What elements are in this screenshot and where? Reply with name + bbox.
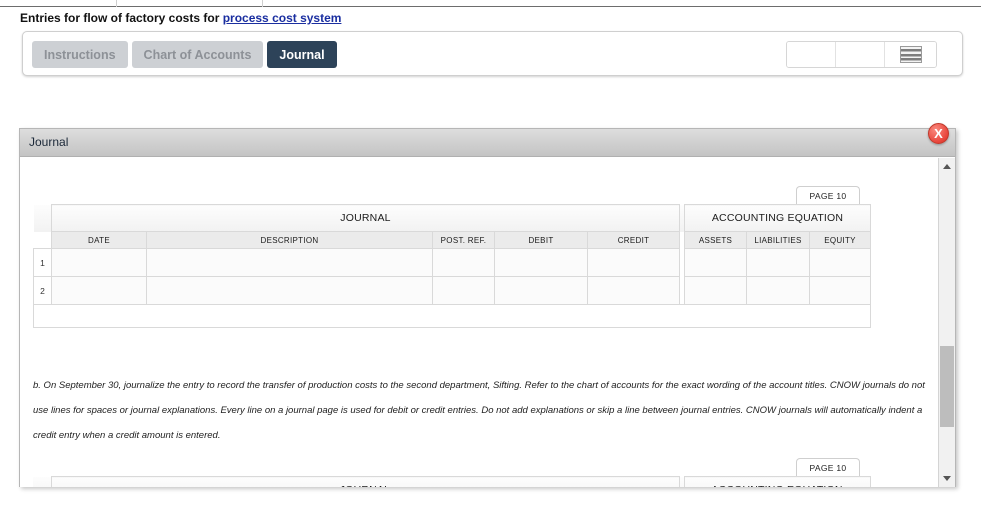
group-header-accounting-equation-2: ACCOUNTING EQUATION	[683, 476, 871, 487]
journal-table-footer-row-1	[32, 304, 872, 328]
cell-liabilities[interactable]	[746, 276, 811, 305]
process-cost-system-link[interactable]: process cost system	[223, 11, 342, 25]
journal-window-titlebar: Journal X	[20, 123, 955, 157]
scroll-down-arrow-icon[interactable]	[939, 470, 955, 487]
cell-equity[interactable]	[809, 248, 872, 277]
cell-credit[interactable]	[586, 276, 681, 305]
group-header-journal: JOURNAL	[50, 204, 681, 232]
tab-instructions-label: Instructions	[44, 47, 116, 62]
page-label-tab-1: PAGE 10	[796, 186, 860, 204]
column-header-rownum	[33, 231, 52, 249]
group-header-accounting-equation: ACCOUNTING EQUATION	[684, 204, 872, 232]
tab-journal[interactable]: Journal	[267, 41, 337, 68]
group-header-spacer	[33, 204, 52, 232]
toolbar-button-1[interactable]	[787, 42, 836, 67]
journal-window: Journal X PAGE 10 JOURNAL ACCOUNTING EQU…	[19, 123, 956, 487]
column-header-date: DATE	[51, 231, 147, 249]
cell-debit[interactable]	[494, 248, 588, 277]
cell-assets[interactable]	[684, 248, 748, 277]
journal-entry-table-1: JOURNAL ACCOUNTING EQUATION DATE DESCRIP…	[32, 204, 872, 328]
table-row[interactable]: 2	[33, 276, 872, 305]
cell-equity[interactable]	[809, 276, 872, 305]
column-header-post-ref: POST. REF.	[432, 231, 495, 249]
journal-group-header-row-1: JOURNAL ACCOUNTING EQUATION	[33, 204, 872, 232]
cell-debit[interactable]	[494, 276, 588, 305]
scroll-up-arrow-icon[interactable]	[939, 158, 955, 175]
cell-liabilities[interactable]	[746, 248, 811, 277]
row-number: 1	[33, 248, 52, 277]
journal-column-header-row-1: DATE DESCRIPTION POST. REF. DEBIT CREDIT…	[33, 231, 872, 249]
group-header-spacer	[33, 476, 52, 487]
tab-bar: Instructions Chart of Accounts Journal	[22, 31, 963, 76]
cell-date[interactable]	[51, 276, 147, 305]
instructions-paragraph: b. On September 30, journalize the entry…	[33, 380, 925, 441]
toolbar-button-2[interactable]	[836, 42, 885, 67]
tab-list: Instructions Chart of Accounts Journal	[32, 41, 337, 68]
browser-tab-strip	[0, 0, 981, 7]
page-title-text: Entries for flow of factory costs for	[20, 11, 223, 25]
column-header-assets: ASSETS	[684, 231, 748, 249]
cell-post-ref[interactable]	[432, 276, 495, 305]
tab-chart-of-accounts-label: Chart of Accounts	[143, 47, 252, 62]
tab-journal-label: Journal	[279, 47, 325, 62]
journal-scroll-content: PAGE 10 JOURNAL ACCOUNTING EQUATION DATE…	[20, 158, 938, 487]
table-row[interactable]: 1	[33, 248, 872, 277]
cell-assets[interactable]	[684, 276, 748, 305]
hamburger-menu-icon	[899, 46, 922, 63]
tab-chart-of-accounts[interactable]: Chart of Accounts	[131, 41, 264, 68]
page-label-tab-2: PAGE 10	[796, 458, 860, 476]
column-header-description: DESCRIPTION	[146, 231, 433, 249]
cell-post-ref[interactable]	[432, 248, 495, 277]
page-title: Entries for flow of factory costs for pr…	[20, 11, 341, 25]
journal-window-body: PAGE 10 JOURNAL ACCOUNTING EQUATION DATE…	[20, 158, 955, 487]
cell-date[interactable]	[51, 248, 147, 277]
column-header-credit: CREDIT	[586, 231, 681, 249]
toolbar-menu-button[interactable]	[885, 42, 936, 67]
journal-entry-table-2: JOURNAL ACCOUNTING EQUATION	[33, 476, 871, 487]
column-header-liabilities: LIABILITIES	[746, 231, 811, 249]
column-header-equity: EQUITY	[809, 231, 872, 249]
cell-credit[interactable]	[586, 248, 681, 277]
cell-description[interactable]	[146, 248, 433, 277]
tab-separator	[262, 0, 263, 7]
journal-table-footer-cell	[32, 304, 872, 328]
column-header-debit: DEBIT	[494, 231, 588, 249]
tab-instructions[interactable]: Instructions	[32, 41, 128, 68]
cell-description[interactable]	[146, 276, 433, 305]
group-header-journal-2: JOURNAL	[50, 476, 680, 487]
scrollbar-thumb[interactable]	[940, 346, 954, 427]
journal-window-title: Journal	[29, 135, 69, 149]
vertical-scrollbar[interactable]	[938, 158, 955, 487]
tab-separator	[116, 0, 117, 7]
toolbar-button-group	[786, 41, 937, 68]
row-number: 2	[33, 276, 52, 305]
journal-group-header-row-2: JOURNAL ACCOUNTING EQUATION	[33, 476, 871, 487]
close-icon[interactable]: X	[928, 123, 949, 144]
